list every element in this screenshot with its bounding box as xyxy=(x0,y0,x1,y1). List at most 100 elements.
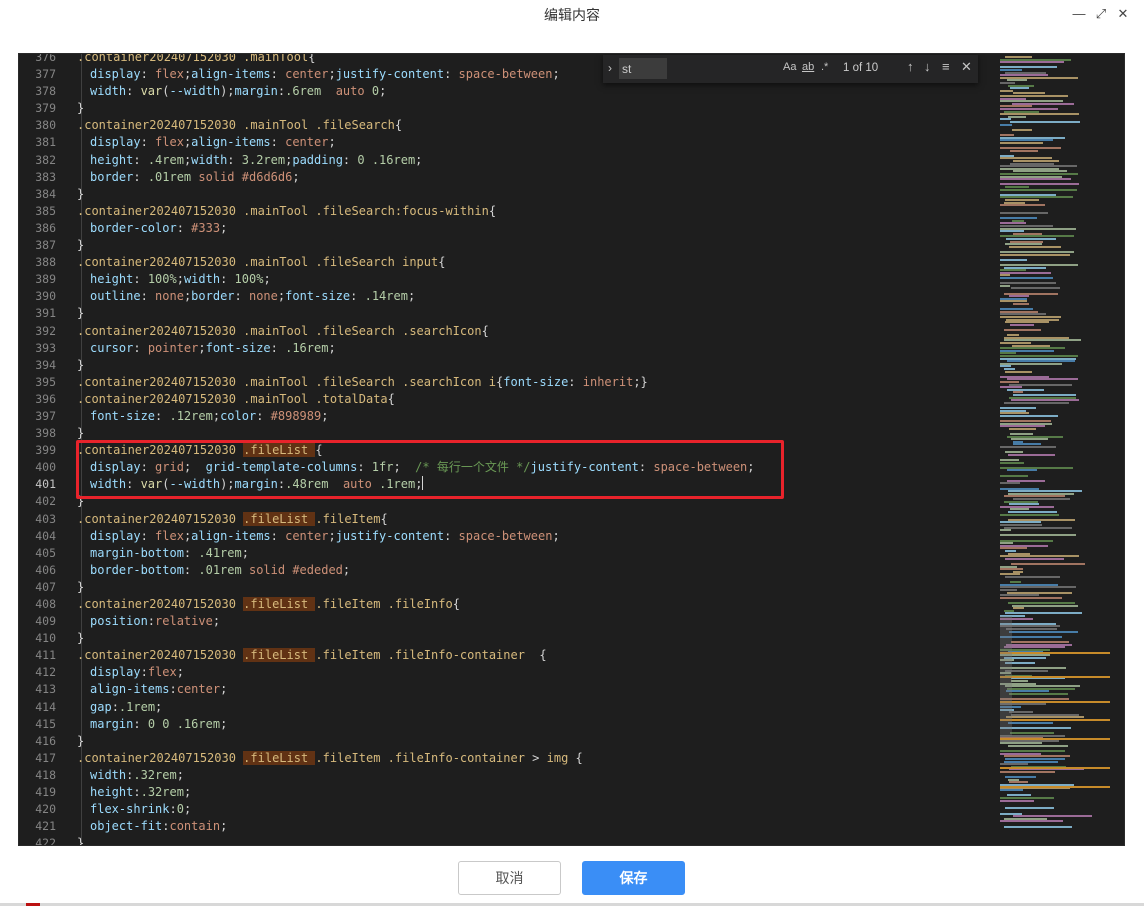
match-case-icon[interactable]: Aa xyxy=(783,61,796,73)
code-line[interactable]: 411 .container202407152030 .fileList .fil… xyxy=(19,647,999,664)
code-line[interactable]: 404 display: flex;align-items: center;jus… xyxy=(19,528,999,545)
code-text: .container202407152030 .fileList .fileIt… xyxy=(77,596,460,613)
code-line[interactable]: 385 .container202407152030 .mainTool .fil… xyxy=(19,203,999,220)
code-token: 0 xyxy=(176,802,184,817)
code-token: ; xyxy=(552,528,560,543)
code-token: .32rem xyxy=(140,785,184,800)
minimap[interactable] xyxy=(1000,56,1118,828)
code-line[interactable]: 415 margin: 0 0 .16rem; xyxy=(19,716,999,733)
code-token: } xyxy=(77,306,85,321)
code-token: .6rem xyxy=(285,84,322,99)
code-line[interactable]: 378 width: var(--width);margin:.6rem auto… xyxy=(19,83,999,100)
code-line[interactable]: 395 .container202407152030 .mainTool .fil… xyxy=(19,374,999,391)
code-line[interactable]: 414 gap:.1rem; xyxy=(19,699,999,716)
code-line[interactable]: 420 flex-shrink:0; xyxy=(19,801,999,818)
minimize-icon[interactable]: — xyxy=(1072,7,1086,21)
code-line[interactable]: 380 .container202407152030 .mainTool .fil… xyxy=(19,117,999,134)
code-line[interactable]: 410} xyxy=(19,630,999,647)
find-input[interactable] xyxy=(619,58,667,79)
code-text: border-bottom: .01rem solid #ededed; xyxy=(90,562,350,579)
code-token: #d6d6d6 xyxy=(241,169,293,184)
code-token: display xyxy=(90,528,141,543)
code-token: : xyxy=(183,545,199,560)
code-line[interactable]: 384} xyxy=(19,186,999,203)
code-line[interactable]: 392 .container202407152030 .mainTool .fil… xyxy=(19,323,999,340)
code-line[interactable]: 391} xyxy=(19,305,999,322)
code-token: ; xyxy=(328,67,336,82)
close-icon[interactable]: ✕ xyxy=(1116,7,1130,21)
code-editor[interactable]: 376 .container202407152030 .mainTool{377 d… xyxy=(18,53,1125,846)
code-token: { xyxy=(438,255,446,270)
code-text: .container202407152030 .mainTool .fileSe… xyxy=(77,323,489,340)
code-text: display:flex; xyxy=(90,664,184,681)
restore-icon[interactable]: ⤢ xyxy=(1094,7,1108,21)
code-token: .16rem xyxy=(285,340,329,355)
code-line[interactable]: 406 border-bottom: .01rem solid #ededed; xyxy=(19,562,999,579)
minimap-line xyxy=(1005,576,1060,578)
code-token: none xyxy=(155,289,184,304)
regex-icon[interactable]: .* xyxy=(821,61,828,73)
code-line[interactable]: 388 .container202407152030 .mainTool .fil… xyxy=(19,254,999,271)
next-match-icon[interactable]: ↓ xyxy=(924,59,931,74)
code-token: ; xyxy=(552,67,560,82)
code-line[interactable]: 408 .container202407152030 .fileList .fil… xyxy=(19,596,999,613)
code-line[interactable]: 382 height: .4rem;width: 3.2rem;padding: … xyxy=(19,152,999,169)
code-line[interactable]: 418 width:.32rem; xyxy=(19,767,999,784)
previous-match-icon[interactable]: ↑ xyxy=(907,59,914,74)
whole-word-icon[interactable]: ab xyxy=(802,61,814,73)
code-token: #333 xyxy=(191,220,221,235)
code-token: pointer xyxy=(147,340,199,355)
code-line[interactable]: 379} xyxy=(19,100,999,117)
code-line[interactable]: 386 border-color: #333; xyxy=(19,220,999,237)
close-find-icon[interactable]: ✕ xyxy=(961,59,972,75)
minimap-match xyxy=(1000,652,1110,654)
code-line[interactable]: 421 object-fit:contain; xyxy=(19,818,999,835)
code-token: width xyxy=(183,272,221,287)
code-line[interactable]: 393 cursor: pointer;font-size: .16rem; xyxy=(19,340,999,357)
code-token: justify-content xyxy=(335,67,445,82)
code-line[interactable]: 409 position:relative; xyxy=(19,613,999,630)
code-line[interactable]: 417 .container202407152030 .fileList .fil… xyxy=(19,750,999,767)
code-token: ; xyxy=(220,220,228,235)
code-line[interactable]: 416} xyxy=(19,733,999,750)
code-line[interactable]: 394} xyxy=(19,357,999,374)
code-line[interactable]: 403 .container202407152030 .fileList .fil… xyxy=(19,511,999,528)
code-line[interactable]: 396 .container202407152030 .mainTool .tot… xyxy=(19,391,999,408)
code-token: : xyxy=(111,699,119,714)
minimap-match xyxy=(1000,767,1110,769)
line-number: 395 xyxy=(35,374,56,389)
code-token: flex xyxy=(155,135,184,150)
save-button[interactable]: 保存 xyxy=(582,861,685,895)
minimap-line xyxy=(1000,820,1063,823)
minimap-slider[interactable] xyxy=(1000,616,1012,736)
code-token: { xyxy=(394,118,403,133)
code-line[interactable]: 397 font-size: .12rem;color: #898989; xyxy=(19,408,999,425)
code-line[interactable]: 419 height:.32rem; xyxy=(19,784,999,801)
code-line[interactable]: 413 align-items:center; xyxy=(19,681,999,698)
code-line[interactable]: 422} xyxy=(19,835,999,845)
code-token: 0 .16rem xyxy=(357,152,416,167)
code-token: .fileList xyxy=(243,511,316,526)
code-line[interactable]: 407} xyxy=(19,579,999,596)
find-in-selection-icon[interactable]: ≡ xyxy=(942,59,950,74)
code-token: : xyxy=(227,152,242,167)
code-text: } xyxy=(77,357,84,374)
code-line[interactable]: 390 outline: none;border: none;font-size:… xyxy=(19,288,999,305)
line-number: 383 xyxy=(35,169,56,184)
code-token: color xyxy=(220,408,257,423)
code-line[interactable]: 387} xyxy=(19,237,999,254)
code-token: : xyxy=(133,152,148,167)
cancel-button[interactable]: 取消 xyxy=(458,861,561,895)
code-line[interactable]: 412 display:flex; xyxy=(19,664,999,681)
line-number: 399 xyxy=(35,443,56,458)
code-text: } xyxy=(77,237,84,254)
line-number: 412 xyxy=(35,665,56,680)
code-line[interactable]: 405 margin-bottom: .41rem; xyxy=(19,545,999,562)
toggle-replace-icon[interactable]: › xyxy=(608,61,612,75)
code-line[interactable]: 381 display: flex;align-items: center; xyxy=(19,134,999,151)
code-token: ; xyxy=(198,340,206,355)
code-line[interactable]: 383 border: .01rem solid #d6d6d6; xyxy=(19,169,999,186)
code-token: height xyxy=(90,785,134,800)
code-line[interactable]: 389 height: 100%;width: 100%; xyxy=(19,271,999,288)
